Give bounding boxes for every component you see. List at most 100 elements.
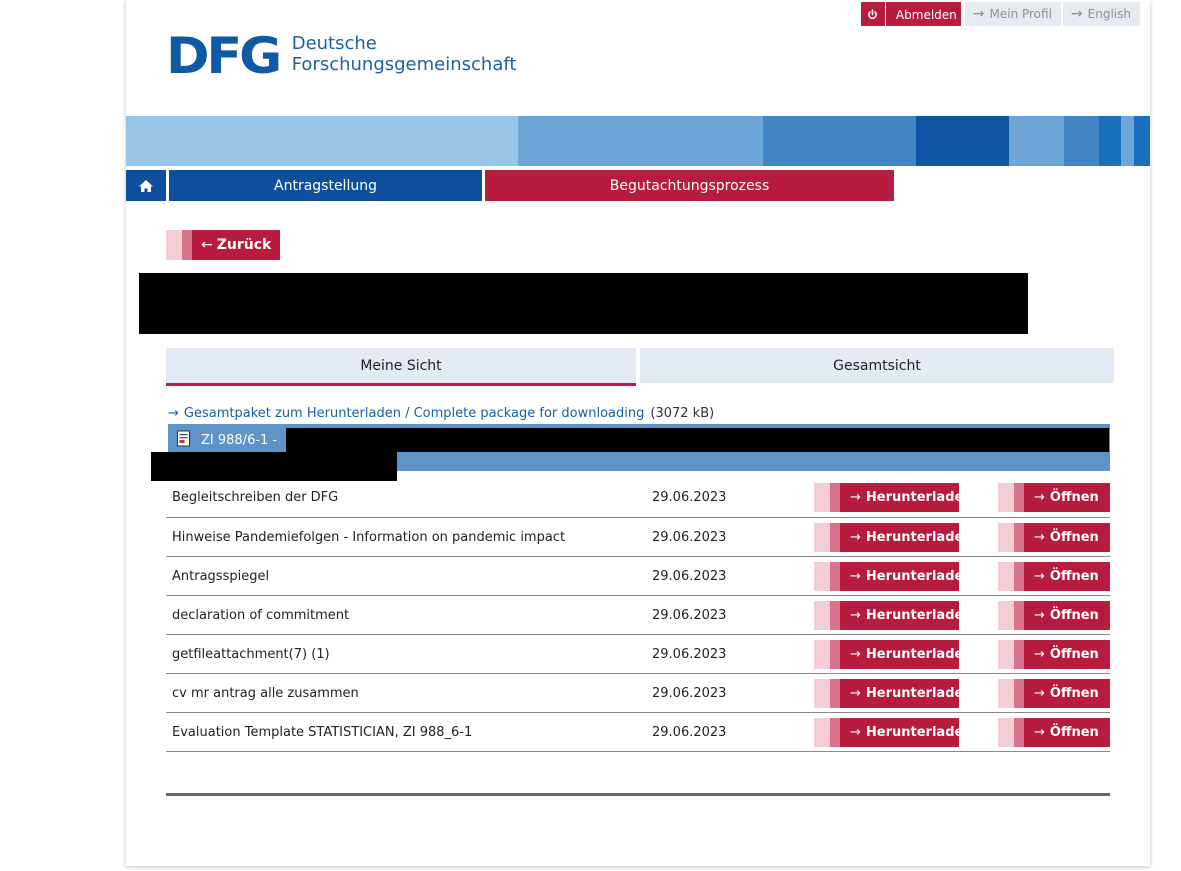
- back-button[interactable]: ← Zurück: [166, 230, 281, 260]
- decorative-stripe: [126, 116, 1150, 166]
- nav-home[interactable]: [126, 170, 166, 201]
- document-date: 29.06.2023: [652, 724, 727, 740]
- document-date: 29.06.2023: [652, 568, 727, 584]
- language-label: English: [1087, 7, 1131, 21]
- table-row: declaration of commitment 29.06.2023 → He…: [166, 596, 1110, 635]
- tab-gesamtsicht[interactable]: Gesamtsicht: [640, 348, 1114, 383]
- arrow-right-icon: →: [850, 568, 861, 584]
- download-label: Herunterladen: [865, 685, 973, 701]
- arrow-right-icon: →: [850, 607, 861, 623]
- logo-text: Deutsche Forschungsgemeinschaft: [292, 33, 517, 75]
- open-label: Öffnen: [1049, 724, 1099, 740]
- arrow-right-icon: →: [1034, 490, 1045, 505]
- arrow-right-icon: →: [1034, 607, 1045, 623]
- download-label: Herunterladen: [865, 724, 973, 740]
- document-date: 29.06.2023: [652, 529, 727, 545]
- logout-button[interactable]: Abmelden: [860, 2, 961, 26]
- redacted-block: [139, 273, 1028, 334]
- arrow-right-icon: →: [1070, 6, 1083, 22]
- profile-label: Mein Profil: [989, 7, 1052, 21]
- download-button[interactable]: → Herunterladen: [814, 522, 973, 552]
- open-button[interactable]: → Öffnen: [998, 600, 1110, 630]
- logo-line2: Forschungsgemeinschaft: [291, 54, 517, 75]
- arrow-right-icon: →: [1034, 724, 1045, 740]
- table-row: Begleitschreiben der DFG 29.06.2023 → Her…: [166, 478, 1110, 518]
- document-name: Hinweise Pandemiefolgen - Information on…: [172, 529, 566, 545]
- arrow-right-icon: →: [1034, 685, 1045, 701]
- download-label: Herunterladen: [865, 607, 973, 623]
- nav-item-antragstellung[interactable]: Antragstellung: [169, 170, 482, 201]
- arrow-right-icon: →: [850, 685, 861, 701]
- power-icon: [861, 2, 886, 26]
- download-button[interactable]: → Herunterladen: [814, 717, 973, 747]
- download-label: Herunterladen: [865, 646, 973, 662]
- document-date: 29.06.2023: [652, 646, 727, 662]
- open-label: Öffnen: [1049, 607, 1099, 623]
- logo-mark: DFG: [166, 27, 282, 85]
- document-name: declaration of commitment: [172, 607, 350, 623]
- document-date: 29.06.2023: [652, 685, 727, 701]
- open-button[interactable]: → Öffnen: [998, 522, 1110, 552]
- home-icon: [139, 179, 153, 192]
- open-label: Öffnen: [1049, 568, 1099, 584]
- arrow-right-icon: →: [850, 529, 861, 545]
- back-label: Zurück: [216, 237, 272, 253]
- top-bar: Abmelden → Mein Profil → English: [860, 2, 1140, 26]
- open-button[interactable]: → Öffnen: [998, 717, 1110, 747]
- open-button[interactable]: → Öffnen: [998, 483, 1110, 512]
- page-container: Abmelden → Mein Profil → English DFG Deu…: [126, 0, 1150, 866]
- arrow-right-icon: →: [850, 724, 861, 740]
- main-navigation: Antragstellung Begutachtungsprozess: [126, 170, 894, 201]
- redacted-block: [286, 428, 1109, 452]
- document-name: cv mr antrag alle zusammen: [172, 685, 359, 701]
- arrow-right-icon: →: [850, 646, 861, 662]
- tab-meine-sicht[interactable]: Meine Sicht: [166, 348, 636, 386]
- document-date: 29.06.2023: [652, 490, 727, 505]
- table-row: Hinweise Pandemiefolgen - Information on…: [166, 518, 1110, 557]
- download-label: Herunterladen: [865, 568, 973, 584]
- open-label: Öffnen: [1049, 490, 1099, 505]
- logout-label: Abmelden: [895, 8, 957, 22]
- language-link[interactable]: → English: [1062, 2, 1140, 26]
- group-title-text: ZI 988/6-1 -: [201, 433, 278, 448]
- pdf-document-icon: [176, 430, 192, 451]
- redacted-block: [151, 452, 397, 481]
- document-list: Begleitschreiben der DFG 29.06.2023 → Her…: [166, 478, 1110, 752]
- arrow-right-icon: →: [1034, 568, 1045, 584]
- download-label: Herunterladen: [865, 529, 973, 545]
- table-row: getfileattachment(7) (1) 29.06.2023 → Her…: [166, 635, 1110, 674]
- document-name: getfileattachment(7) (1): [172, 646, 330, 662]
- package-size: (3072 kB): [650, 406, 715, 421]
- open-button[interactable]: → Öffnen: [998, 639, 1110, 669]
- download-button[interactable]: → Herunterladen: [814, 600, 973, 630]
- nav-item-begutachtungsprozess[interactable]: Begutachtungsprozess: [485, 170, 894, 201]
- dfg-logo[interactable]: DFG Deutsche Forschungsgemeinschaft: [166, 27, 517, 85]
- document-name: Evaluation Template STATISTICIAN, ZI 988…: [172, 724, 473, 740]
- package-download-link[interactable]: Gesamtpaket zum Herunterladen / Complete…: [184, 406, 644, 421]
- table-row: cv mr antrag alle zusammen 29.06.2023 → H…: [166, 674, 1110, 713]
- open-button[interactable]: → Öffnen: [998, 678, 1110, 708]
- arrow-right-icon: →: [1034, 529, 1045, 545]
- arrow-right-icon: →: [850, 490, 861, 505]
- arrow-right-icon: →: [1034, 646, 1045, 662]
- download-label: Herunterladen: [865, 490, 973, 505]
- arrow-right-icon: →: [972, 6, 985, 22]
- open-label: Öffnen: [1049, 529, 1099, 545]
- package-download-row: → Gesamtpaket zum Herunterladen / Complet…: [168, 406, 714, 421]
- table-row: Evaluation Template STATISTICIAN, ZI 988…: [166, 713, 1110, 752]
- table-row: Antragsspiegel 29.06.2023 → Herunterladen…: [166, 557, 1110, 596]
- document-name: Antragsspiegel: [172, 568, 270, 584]
- download-button[interactable]: → Herunterladen: [814, 639, 973, 669]
- download-button[interactable]: → Herunterladen: [814, 483, 973, 512]
- open-button[interactable]: → Öffnen: [998, 561, 1110, 591]
- view-tabs: Meine Sicht Gesamtsicht: [166, 348, 1114, 386]
- download-button[interactable]: → Herunterladen: [814, 678, 973, 708]
- document-name: Begleitschreiben der DFG: [172, 490, 339, 505]
- arrow-left-icon: ←: [201, 237, 213, 253]
- document-date: 29.06.2023: [652, 607, 727, 623]
- open-label: Öffnen: [1049, 685, 1099, 701]
- profile-link[interactable]: → Mein Profil: [964, 2, 1061, 26]
- download-button[interactable]: → Herunterladen: [814, 561, 973, 591]
- footer-divider: [166, 793, 1110, 796]
- arrow-right-icon: →: [168, 406, 179, 421]
